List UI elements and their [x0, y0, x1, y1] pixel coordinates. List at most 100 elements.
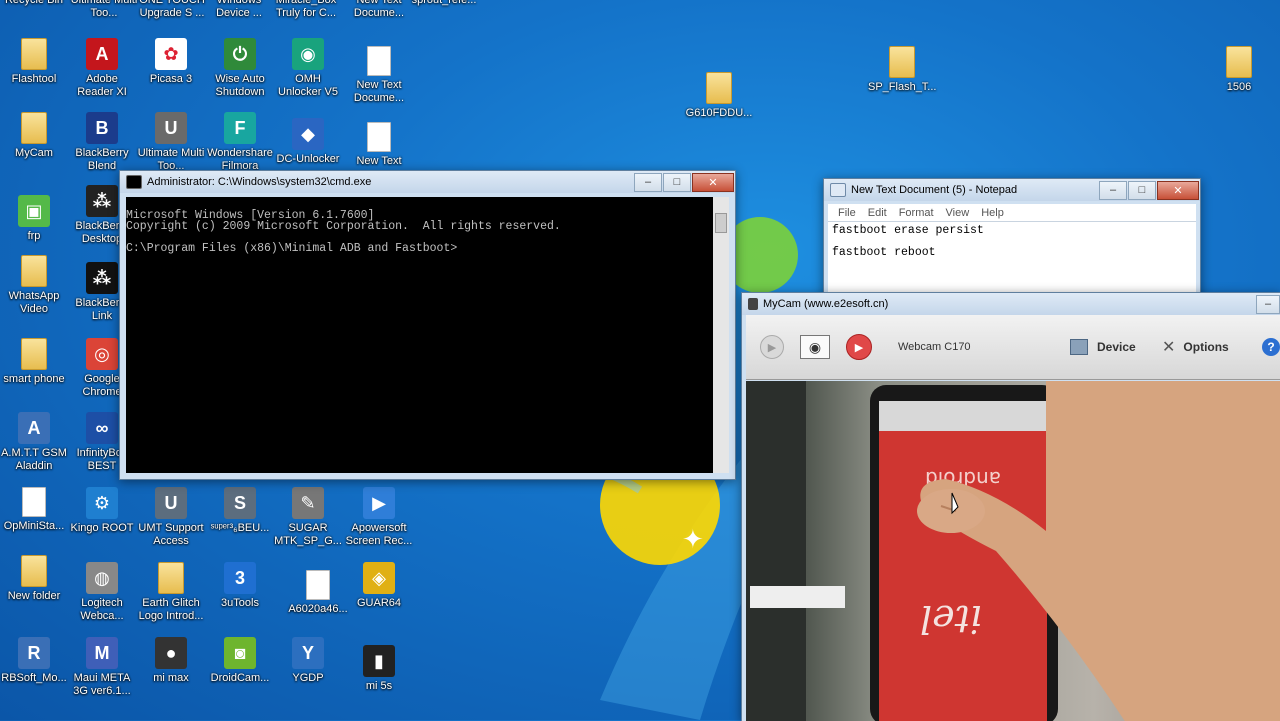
- folder-icon: [21, 255, 47, 287]
- menu-format[interactable]: Format: [893, 207, 940, 219]
- desktop-icon[interactable]: M Maui META 3G ver6.1...: [68, 637, 136, 698]
- cmd-console[interactable]: Microsoft Windows [Version 6.1.7600] Copy…: [126, 197, 729, 473]
- desktop-icon[interactable]: ◍ Logitech Webca...: [68, 562, 136, 623]
- cmd-scrollbar[interactable]: [713, 197, 729, 473]
- maximize-button[interactable]: □: [1128, 180, 1156, 200]
- notepad-title: New Text Document (5) - Notepad: [851, 184, 1018, 196]
- desktop-icon[interactable]: ▮ mi 5s: [345, 645, 413, 693]
- mycam-window[interactable]: MyCam (www.e2esoft.cn) – ▶ ◉ ▶ Webcam C1…: [741, 292, 1280, 721]
- desktop-icon[interactable]: New Text Docume...: [345, 46, 413, 105]
- scroll-thumb[interactable]: [715, 213, 727, 233]
- minimize-button[interactable]: –: [1256, 294, 1280, 314]
- editor-line: fastboot reboot: [832, 246, 936, 259]
- app-icon: B: [86, 112, 118, 144]
- options-button[interactable]: ✕ Options: [1162, 335, 1229, 359]
- mycam-titlebar[interactable]: MyCam (www.e2esoft.cn) –: [742, 293, 1280, 315]
- desktop-icon[interactable]: ✎ SUGAR MTK_SP_G...: [274, 487, 342, 548]
- desktop-icon-label: smart phone: [3, 373, 65, 385]
- notepad-menubar: File Edit Format View Help: [828, 204, 1196, 221]
- desktop-icon[interactable]: ◙ DroidCam...: [206, 637, 274, 685]
- play-button[interactable]: ▶: [760, 335, 784, 359]
- desktop-icon[interactable]: Earth Glitch Logo Introd...: [137, 562, 205, 623]
- close-button[interactable]: ✕: [692, 172, 734, 192]
- tools-icon: ✕: [1162, 339, 1176, 356]
- desktop-icon[interactable]: Y YGDP: [274, 637, 342, 685]
- folder-icon: [889, 46, 915, 78]
- desktop-icon[interactable]: ▶ Apowersoft Screen Rec...: [345, 487, 413, 548]
- desktop-icon[interactable]: F Wondershare Filmora: [206, 112, 274, 173]
- desktop-icon-label: mi 5s: [365, 680, 393, 692]
- desktop-icon[interactable]: OpMiniSta...: [0, 487, 68, 533]
- desktop-icon-label: SUGAR MTK_SP_G...: [274, 522, 342, 547]
- desktop-icon-label: Picasa 3: [149, 73, 193, 85]
- document-icon: [306, 570, 330, 600]
- desktop-icon[interactable]: Sˢᵘᵖᵉʳ³₆BEU...: [206, 487, 274, 535]
- desktop-icon-label: WhatsApp Video: [8, 290, 60, 315]
- desktop-icon[interactable]: smart phone: [0, 338, 68, 386]
- device-button[interactable]: Device: [1070, 335, 1136, 359]
- app-icon: M: [86, 637, 118, 669]
- svg-text:✦: ✦: [682, 525, 704, 555]
- close-button[interactable]: ✕: [1157, 180, 1199, 200]
- desktop-icon[interactable]: U UMT Support Access: [137, 487, 205, 548]
- maximize-button[interactable]: □: [663, 172, 691, 192]
- mycam-toolbar: ▶ ◉ ▶ Webcam C170 Device ✕ Options ?: [746, 315, 1280, 380]
- desktop-icon[interactable]: R RBSoft_Mo...: [0, 637, 68, 685]
- app-icon: U: [155, 112, 187, 144]
- desktop-icon[interactable]: U Ultimate Multi Too...: [137, 112, 205, 173]
- desktop-icon[interactable]: 3 3uTools: [206, 562, 274, 610]
- desktop-icon[interactable]: ◈ GUAR64: [345, 562, 413, 610]
- snapshot-button[interactable]: ◉: [800, 335, 830, 359]
- desktop-icon-label: RBSoft_Mo...: [1, 672, 67, 684]
- desktop-icon[interactable]: SP_Flash_T...: [868, 46, 936, 94]
- desktop-icon[interactable]: New Text Docume...: [345, 0, 413, 20]
- desktop-icon[interactable]: ⏻ Wise Auto Shutdown: [206, 38, 274, 99]
- menu-help[interactable]: Help: [975, 207, 1010, 219]
- notepad-titlebar[interactable]: New Text Document (5) - Notepad – □ ✕: [824, 179, 1200, 201]
- desktop-icon[interactable]: ● mi max: [137, 637, 205, 685]
- notepad-editor[interactable]: fastboot erase persist fastboot reboot: [828, 221, 1196, 299]
- minimize-button[interactable]: –: [1099, 180, 1127, 200]
- cmd-titlebar[interactable]: Administrator: C:\Windows\system32\cmd.e…: [120, 171, 735, 193]
- desktop-icon[interactable]: ◆ DC-Unlocker: [274, 118, 342, 166]
- desktop-icon-label: Wise Auto Shutdown: [215, 73, 265, 98]
- desktop-icon-label: A6020a46...: [288, 603, 348, 615]
- desktop-icon[interactable]: MyCam: [0, 112, 68, 160]
- folder-icon: [706, 72, 732, 104]
- menu-file[interactable]: File: [832, 207, 862, 219]
- document-icon: [367, 122, 391, 152]
- desktop-icon[interactable]: A A.M.T.T GSM Aladdin: [0, 412, 68, 473]
- notepad-app-icon: [830, 183, 846, 197]
- desktop-icon[interactable]: ◉ OMH Unlocker V5: [274, 38, 342, 99]
- desktop-icon[interactable]: A Adobe Reader XI: [68, 38, 136, 99]
- desktop-icon[interactable]: Flashtool: [0, 38, 68, 86]
- desktop-icon[interactable]: ONE TOUCH Upgrade S ...: [138, 0, 206, 20]
- desktop-icon[interactable]: New folder: [0, 555, 68, 603]
- menu-view[interactable]: View: [940, 207, 976, 219]
- desktop-icon[interactable]: B BlackBerry Blend: [68, 112, 136, 173]
- menu-edit[interactable]: Edit: [862, 207, 893, 219]
- desktop-icon[interactable]: New Text: [345, 122, 413, 168]
- desktop-icon-label: Recycle Bin: [4, 0, 64, 6]
- app-icon: ▣: [18, 195, 50, 227]
- desktop-icon[interactable]: ✿ Picasa 3: [137, 38, 205, 86]
- desktop-icon[interactable]: ⚙ Kingo ROOT: [68, 487, 136, 535]
- minimize-button[interactable]: –: [634, 172, 662, 192]
- desktop-icon[interactable]: 1506: [1205, 46, 1273, 94]
- desktop-icon[interactable]: ▣ frp: [0, 195, 68, 243]
- cmd-app-icon: [126, 175, 142, 189]
- desktop-icon-label: DC-Unlocker: [276, 153, 340, 165]
- desktop-icon[interactable]: WhatsApp Video: [0, 255, 68, 316]
- record-button[interactable]: ▶: [846, 334, 872, 360]
- notepad-window[interactable]: New Text Document (5) - Notepad – □ ✕ Fi…: [823, 178, 1201, 300]
- desktop-icon[interactable]: Ultimate Multi Too...: [70, 0, 138, 20]
- play-icon: ▶: [760, 335, 784, 359]
- desktop-icon[interactable]: Miracle_Box Truly for C...: [272, 0, 340, 20]
- desktop-icon[interactable]: Windows Device ...: [205, 0, 273, 20]
- cmd-window[interactable]: Administrator: C:\Windows\system32\cmd.e…: [119, 170, 736, 480]
- desktop-icon[interactable]: G610FDDU...: [685, 72, 753, 120]
- desktop-icon[interactable]: sprout_refe...: [410, 0, 478, 7]
- desktop-icon[interactable]: Recycle Bin: [0, 0, 68, 7]
- desktop-icon[interactable]: A6020a46...: [284, 570, 352, 616]
- help-button[interactable]: ?: [1262, 335, 1280, 359]
